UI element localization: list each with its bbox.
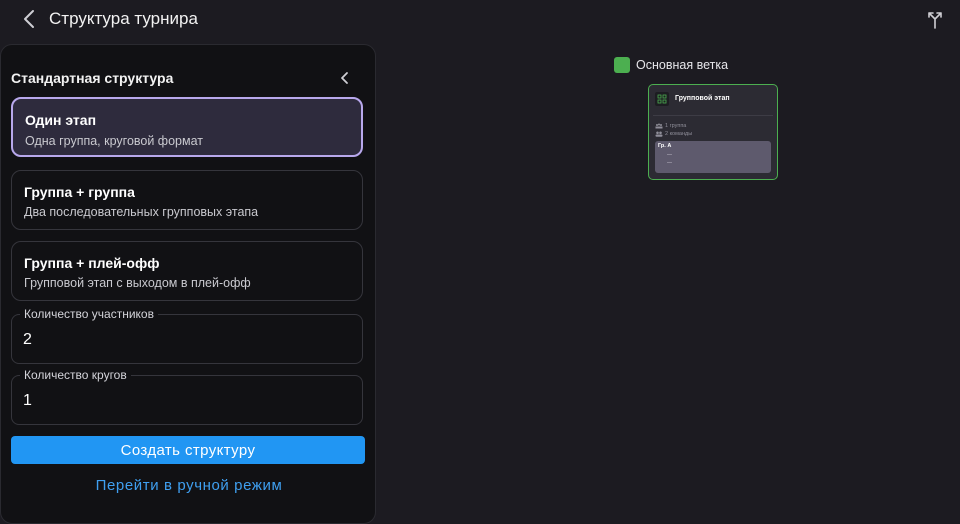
rounds-input[interactable]: [23, 392, 343, 410]
legend-label: Основная ветка: [636, 58, 729, 72]
chevron-left-icon: [24, 10, 34, 28]
people-icon: [655, 131, 663, 137]
legend-swatch: [614, 57, 630, 73]
option-title: Группа + плей-офф: [24, 255, 160, 271]
participants-field: Количество участников: [11, 307, 363, 364]
option-title: Группа + группа: [24, 184, 135, 200]
rounds-label: Количество кругов: [20, 368, 131, 382]
option-title: Один этап: [25, 112, 97, 128]
teams-count: 2 команды: [665, 131, 693, 137]
participants-label: Количество участников: [20, 307, 158, 321]
stage-title: Групповой этап: [675, 95, 730, 102]
stage-divider: [653, 115, 773, 116]
option-description: Два последовательных групповых этапа: [24, 205, 259, 219]
group-slot: —: [667, 152, 672, 158]
grid-icon: [655, 92, 669, 106]
group-box[interactable]: Гр. А — —: [655, 141, 771, 173]
option-description: Одна группа, круговой формат: [25, 134, 203, 148]
create-structure-button[interactable]: Создать структуру: [11, 436, 365, 464]
chevron-left-icon: [341, 72, 348, 84]
group-slot: —: [667, 160, 672, 166]
participants-input[interactable]: [23, 331, 343, 349]
option-group-group[interactable]: Группа + группа Два последовательных гру…: [11, 170, 363, 230]
back-button[interactable]: [20, 8, 40, 30]
layers-icon: [655, 123, 663, 129]
group-name: Гр. А: [658, 143, 672, 149]
option-group-playoff[interactable]: Группа + плей-офф Групповой этап с выход…: [11, 241, 363, 301]
panel-title: Стандартная структура: [11, 70, 174, 86]
branch-button[interactable]: [924, 8, 946, 30]
option-single-stage[interactable]: Один этап Одна группа, круговой формат: [11, 97, 363, 157]
option-description: Групповой этап с выходом в плей-офф: [24, 276, 251, 290]
top-bar: Структура турнира: [0, 0, 960, 40]
page-title: Структура турнира: [49, 9, 198, 28]
branch-icon: [928, 12, 942, 29]
structure-panel: Стандартная структура Один этап Одна гру…: [0, 44, 376, 524]
rounds-field: Количество кругов: [11, 368, 363, 425]
groups-count: 1 группа: [665, 123, 687, 129]
stage-card[interactable]: Групповой этап 1 группа 2 команды Гр. А …: [648, 84, 778, 180]
manual-mode-link[interactable]: Перейти в ручной режим: [1, 477, 377, 494]
collapse-panel-button[interactable]: [338, 69, 352, 87]
